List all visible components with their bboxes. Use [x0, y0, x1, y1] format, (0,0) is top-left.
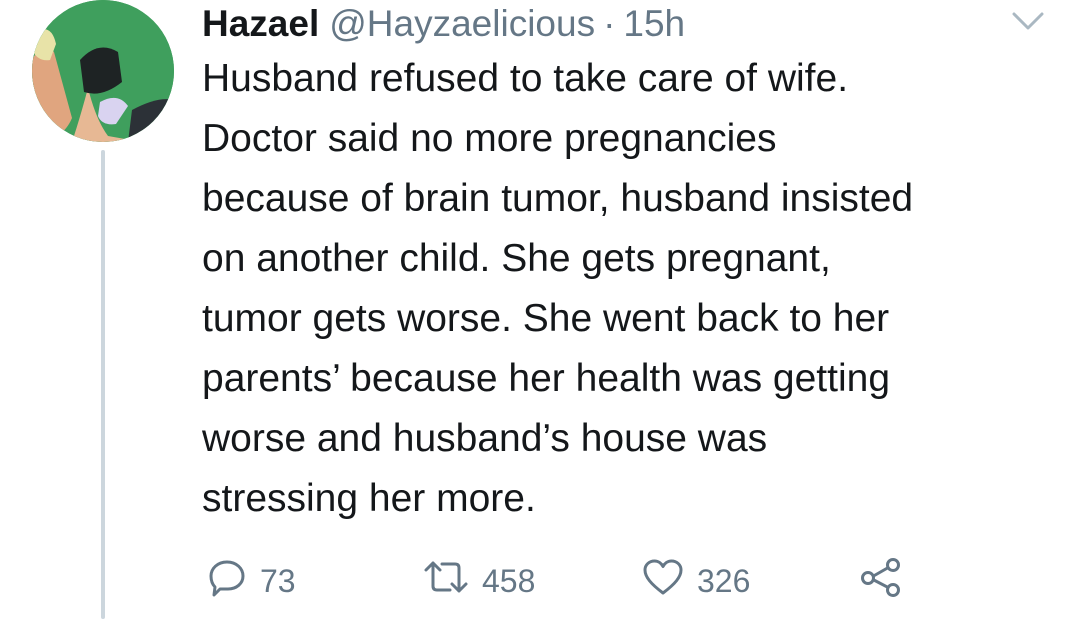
tweet-text-line: parents’ because her health was getting — [202, 357, 891, 400]
share-icon — [859, 556, 903, 606]
reply-icon — [206, 556, 248, 606]
reply-button[interactable]: 73 — [206, 556, 296, 606]
tweet-timestamp[interactable]: 15h — [623, 2, 685, 46]
like-count: 326 — [697, 562, 751, 599]
chevron-down-icon[interactable] — [1008, 8, 1048, 34]
tweet-text-line: because of brain tumor, husband insisted — [202, 177, 914, 220]
retweet-count: 458 — [482, 562, 536, 599]
tweet-actions: 73 458 326 — [0, 556, 1080, 606]
thread-line — [101, 150, 105, 619]
user-handle[interactable]: @Hayzaelicious — [329, 2, 595, 46]
reply-count: 73 — [260, 562, 296, 599]
tweet-text: Husband refused to take care of wife. Do… — [202, 49, 1062, 529]
retweet-icon — [422, 556, 470, 606]
separator-dot: · — [603, 3, 616, 44]
avatar[interactable] — [32, 0, 174, 142]
tweet-text-line: on another child. She gets pregnant, — [202, 237, 831, 280]
retweet-button[interactable]: 458 — [422, 556, 535, 606]
tweet-text-line: Doctor said no more pregnancies — [202, 117, 777, 160]
tweet-text-line: worse and husband’s house was — [202, 417, 768, 460]
tweet-text-line: tumor gets worse. She went back to her — [202, 297, 890, 340]
tweet-text-line: Husband refused to take care of wife. — [202, 57, 849, 100]
display-name[interactable]: Hazael — [202, 2, 319, 46]
tweet-header: Hazael @Hayzaelicious · 15h — [202, 2, 685, 46]
share-button[interactable] — [859, 556, 903, 606]
tweet-text-line: stressing her more. — [202, 477, 536, 520]
heart-icon — [641, 556, 685, 606]
like-button[interactable]: 326 — [641, 556, 750, 606]
